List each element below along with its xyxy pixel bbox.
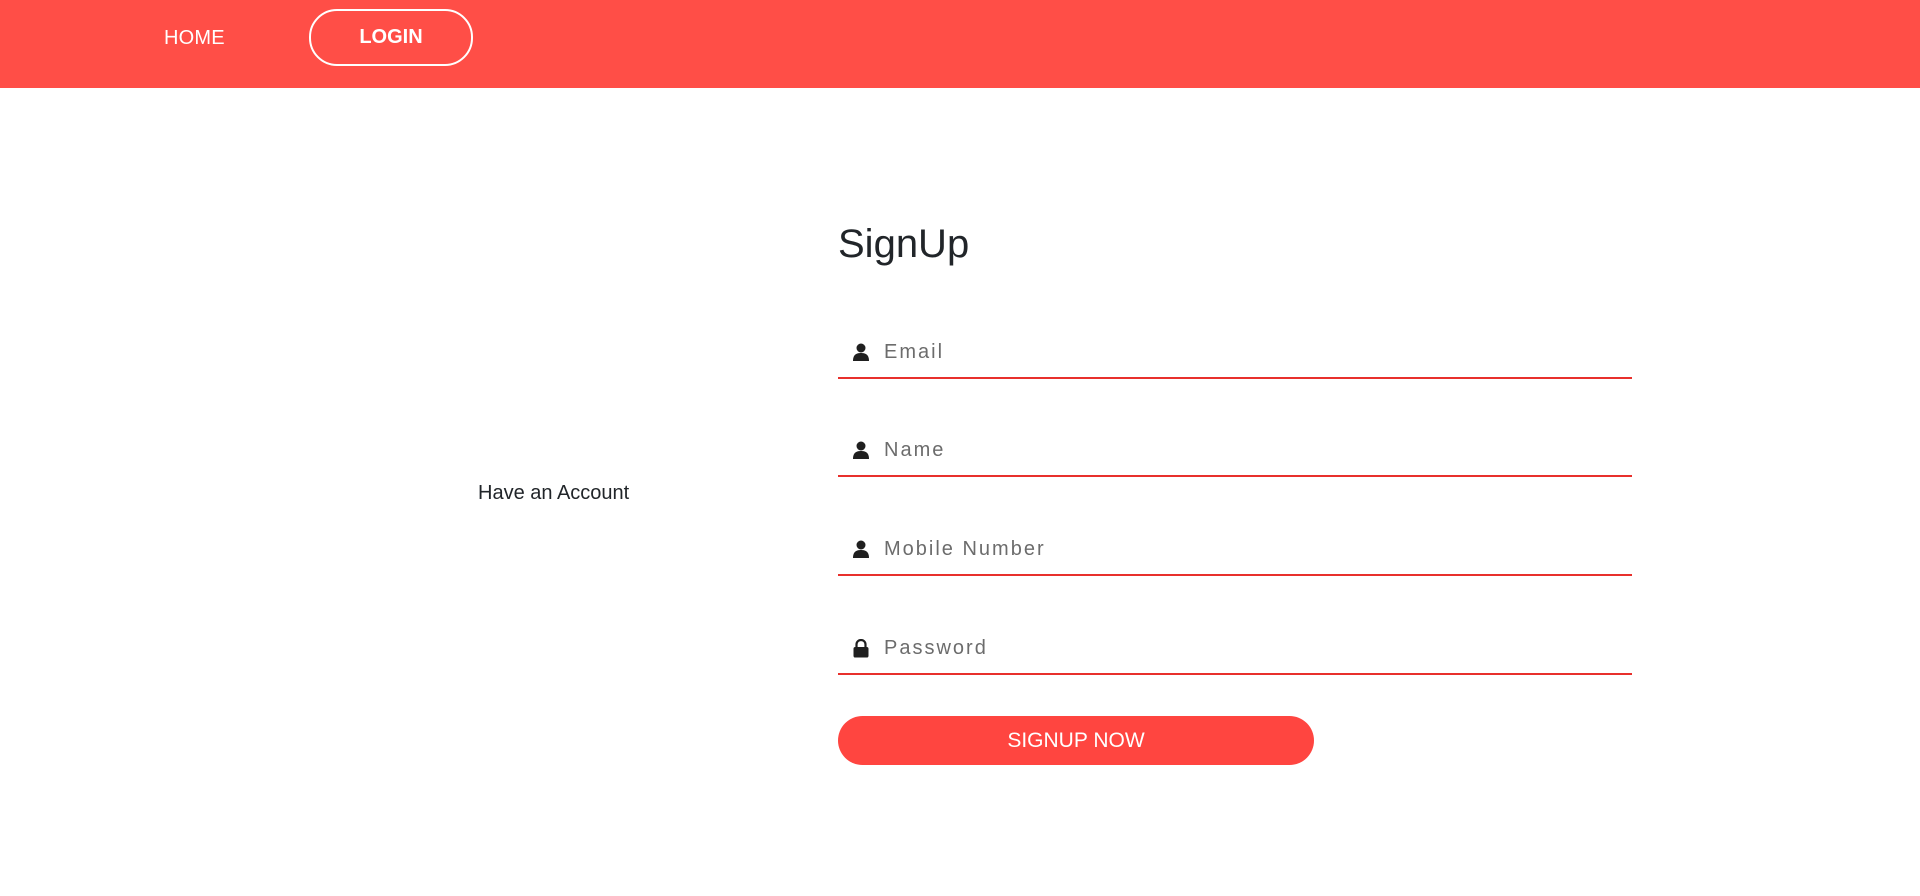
have-account-link[interactable]: Have an Account [478, 482, 629, 505]
password-field [838, 623, 1632, 675]
email-field [838, 327, 1632, 379]
mobile-number-input[interactable] [884, 537, 1584, 561]
password-input[interactable] [884, 636, 1584, 660]
nav-home-link[interactable]: HOME [164, 27, 225, 50]
navbar: HOME LOGIN [0, 0, 1920, 88]
user-icon [852, 538, 870, 560]
name-field [838, 425, 1632, 477]
name-input[interactable] [884, 438, 1584, 462]
form-title: SignUp [838, 222, 970, 266]
user-icon [852, 439, 870, 461]
lock-icon [852, 637, 870, 659]
nav-login-button[interactable]: LOGIN [309, 9, 473, 66]
user-icon [852, 341, 870, 363]
mobile-number-field [838, 524, 1632, 576]
signup-now-button[interactable]: SIGNUP NOW [838, 716, 1314, 765]
email-input[interactable] [884, 340, 1584, 364]
